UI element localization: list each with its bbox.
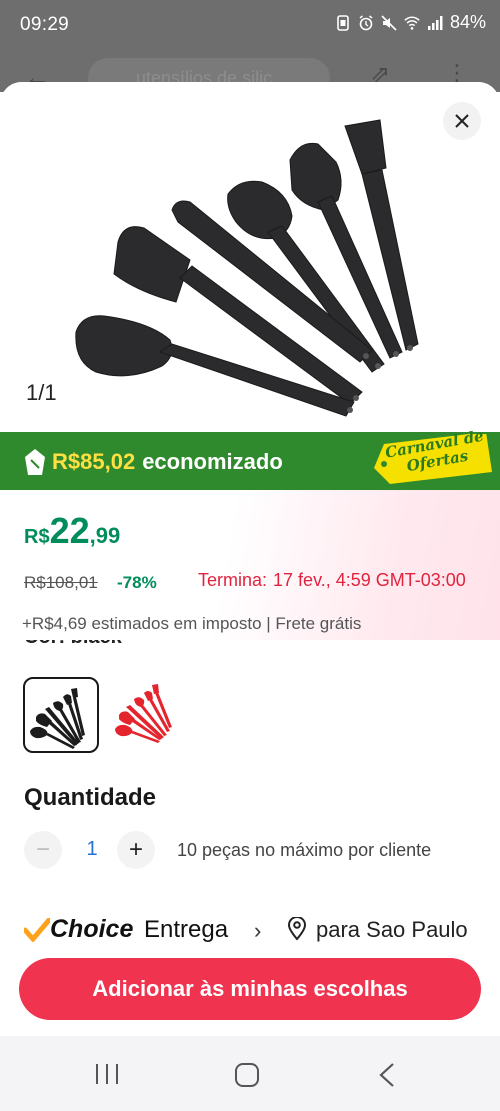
choice-brand: Choice [50, 915, 134, 943]
add-to-choices-button[interactable]: Adicionar às minhas escolhas [19, 958, 481, 1020]
sku-bottom-sheet: 1/1 R$85,02 economizado Carnaval de Ofer… [0, 82, 500, 1035]
product-image [75, 119, 419, 417]
status-icons: 84% [335, 12, 486, 33]
battery-level: 84% [449, 12, 486, 32]
black-utensils-thumbnail [30, 688, 85, 749]
variant-option-black[interactable] [23, 677, 99, 753]
image-counter: 1/1 [26, 380, 57, 405]
sale-ends-label: Termina: [198, 570, 268, 590]
product-gallery[interactable]: 1/1 [0, 82, 500, 432]
system-navigation-bar [0, 1036, 500, 1111]
mute-icon [381, 14, 397, 32]
variant-option-red[interactable] [112, 677, 188, 753]
quantity-decrease-button[interactable]: − [24, 831, 62, 869]
recent-apps-icon[interactable] [94, 1062, 120, 1086]
home-icon[interactable] [234, 1062, 260, 1088]
chevron-right-icon: › [254, 918, 262, 943]
quantity-title: Quantidade [24, 784, 157, 811]
savings-label: economizado [142, 449, 283, 474]
alarm-icon [358, 14, 374, 32]
carnival-promo-tag: Carnaval de Ofertas [370, 427, 492, 486]
delivery-destination: para Sao Paulo [316, 917, 468, 942]
red-utensils-thumbnail [115, 684, 172, 743]
flame-tag-icon [25, 449, 45, 475]
location-pin-icon [287, 917, 307, 941]
price-currency: R$ [24, 526, 50, 548]
close-button[interactable] [443, 102, 481, 140]
price-cents: ,99 [89, 523, 121, 548]
delivery-label: Entrega [144, 916, 229, 943]
wifi-icon [404, 14, 420, 32]
samsung-icon [335, 14, 351, 32]
tax-shipping-line: +R$4,69 estimados em imposto | Frete grá… [22, 614, 362, 633]
price-section: R$ 22 ,99 R$108,01 -78% Termina: 17 fev.,… [0, 490, 500, 640]
quantity-value[interactable]: 1 [82, 838, 102, 861]
original-price: R$108,01 [24, 573, 98, 592]
discount-badge: -78% [117, 573, 157, 592]
status-bar: 09:29 84% [0, 0, 500, 52]
sale-countdown: Termina: 17 fev., 4:59 GMT-03:00 [198, 570, 466, 591]
quantity-limit-note: 10 peças no máximo por cliente [177, 840, 432, 860]
current-price: R$ 22 ,99 [24, 510, 120, 552]
delivery-row[interactable]: Choice Entrega › para Sao Paulo [24, 915, 494, 945]
signal-icon [427, 14, 443, 32]
savings-text: R$85,02 economizado [24, 448, 283, 476]
quantity-increase-button[interactable]: + [117, 831, 155, 869]
price-integer: 22 [49, 510, 90, 551]
minus-icon: − [35, 836, 50, 863]
plus-icon: + [128, 836, 143, 863]
choice-check-icon [24, 918, 50, 942]
back-icon[interactable] [378, 1062, 396, 1088]
sale-ends-value: 17 fev., 4:59 GMT-03:00 [273, 570, 466, 590]
savings-amount: R$85,02 [52, 449, 136, 474]
quantity-stepper: − 1 + 10 peças no máximo por cliente [24, 831, 484, 871]
close-icon [455, 114, 469, 128]
status-time: 09:29 [20, 14, 70, 35]
